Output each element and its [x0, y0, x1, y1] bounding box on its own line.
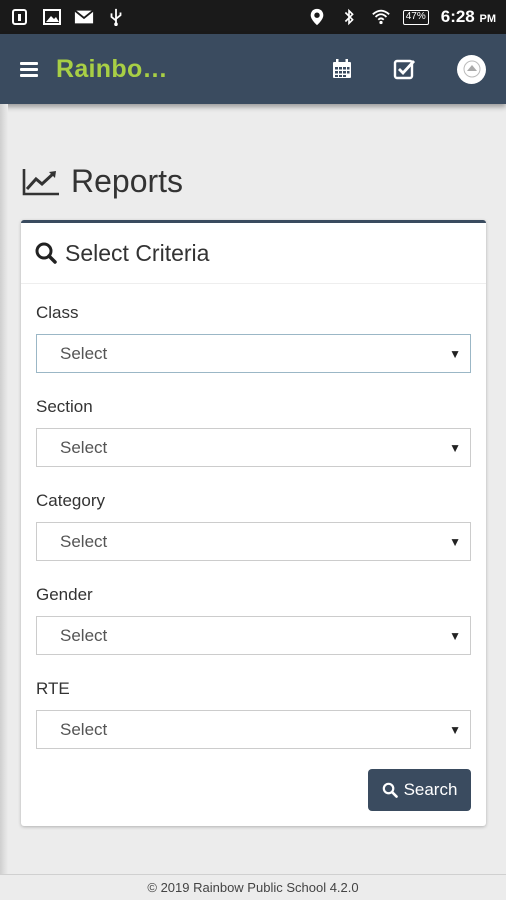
school-avatar[interactable] — [457, 54, 486, 84]
card-title: Select Criteria — [65, 239, 210, 266]
app-title: Rainbo… — [56, 54, 168, 83]
status-clock: 6:28 PM — [441, 7, 496, 27]
search-button-label: Search — [403, 780, 458, 799]
rte-label: RTE — [36, 679, 70, 698]
category-select-value: Select — [60, 531, 108, 551]
class-label: Class — [36, 303, 79, 322]
location-icon — [310, 8, 324, 26]
clock-time: 6:28 — [440, 7, 475, 26]
status-bar: 47% 6:28 PM — [0, 0, 506, 34]
drawer-edge — [0, 104, 8, 874]
search-icon — [35, 242, 57, 264]
footer: © 2019 Rainbow Public School 4.2.0 — [0, 874, 506, 900]
caret-down-icon: ▼ — [449, 440, 461, 455]
image-notification-icon — [43, 9, 61, 25]
class-select-value: Select — [60, 343, 108, 363]
page-title: Reports — [71, 163, 184, 199]
calendar-icon[interactable] — [331, 58, 353, 80]
criteria-card: Select Criteria Class Select ▼ Section S… — [21, 220, 486, 826]
battery-indicator: 47% — [402, 9, 429, 25]
category-label: Category — [36, 491, 105, 510]
page-header: Reports — [21, 163, 183, 200]
rte-select[interactable]: Select ▼ — [36, 710, 471, 749]
gender-select[interactable]: Select ▼ — [36, 616, 471, 655]
section-select[interactable]: Select ▼ — [36, 428, 471, 467]
footer-text: © 2019 Rainbow Public School 4.2.0 — [147, 880, 359, 895]
section-select-value: Select — [60, 437, 108, 457]
caret-down-icon: ▼ — [449, 722, 461, 737]
rte-select-value: Select — [60, 719, 108, 739]
line-chart-icon — [22, 168, 59, 195]
section-label: Section — [36, 397, 93, 416]
usb-icon — [110, 8, 122, 26]
caret-down-icon: ▼ — [449, 534, 461, 549]
sim-notification-icon — [12, 9, 27, 25]
wifi-icon — [371, 9, 390, 25]
mail-notification-icon — [74, 9, 94, 24]
gender-select-value: Select — [60, 625, 108, 645]
caret-down-icon: ▼ — [449, 346, 461, 361]
bluetooth-icon — [344, 8, 354, 26]
caret-down-icon: ▼ — [449, 628, 461, 643]
menu-icon[interactable] — [20, 61, 38, 77]
app-bar: Rainbo… — [0, 34, 506, 104]
search-icon — [382, 782, 398, 798]
card-header: Select Criteria — [21, 223, 486, 284]
clock-ampm: PM — [479, 13, 497, 25]
search-button[interactable]: Search — [368, 769, 471, 811]
class-select[interactable]: Select ▼ — [36, 334, 471, 373]
school-logo-icon — [463, 60, 480, 78]
gender-label: Gender — [36, 585, 93, 604]
checklist-icon[interactable] — [393, 58, 417, 80]
category-select[interactable]: Select ▼ — [36, 522, 471, 561]
